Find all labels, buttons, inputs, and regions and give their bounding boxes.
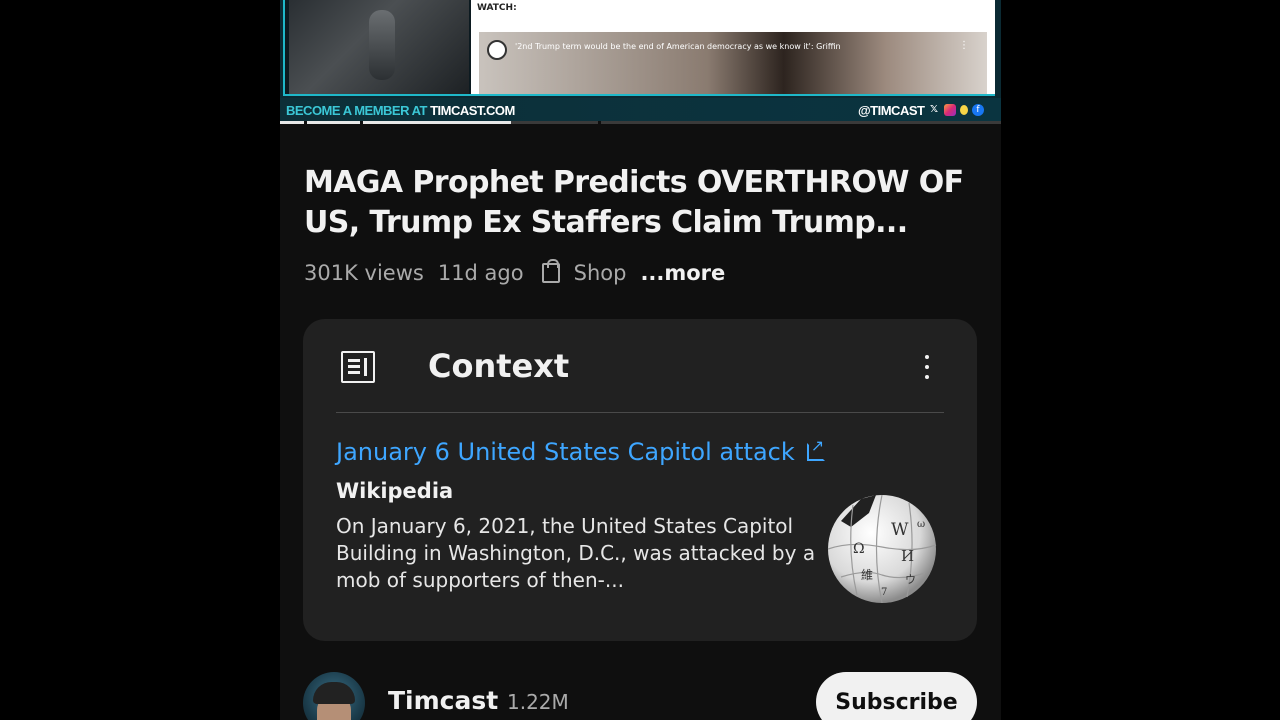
- video-title[interactable]: MAGA Prophet Predicts OVERTHROW OF US, T…: [304, 163, 984, 243]
- lightbulb-icon: [960, 105, 968, 115]
- microphone-image: [369, 10, 395, 80]
- social-handle: @TIMCAST: [858, 103, 925, 118]
- context-description: On January 6, 2021, the United States Ca…: [336, 514, 816, 592]
- x-icon: 𝕏: [929, 104, 939, 115]
- more-description-button[interactable]: ...more: [640, 261, 725, 285]
- svg-text:維: 維: [861, 568, 873, 582]
- channel-row: Timcast 1.22M Subscribe: [303, 672, 977, 720]
- svg-text:ω: ω: [917, 519, 925, 530]
- svg-text:Ω: Ω: [853, 541, 865, 557]
- embedded-video-title: '2nd Trump term would be the end of Amer…: [515, 42, 841, 51]
- wikipedia-globe-icon: W Ω И 維 ウ 7 ω: [827, 494, 937, 603]
- article-panel: WATCH: '2nd Trump term would be the end …: [471, 0, 995, 94]
- context-source: Wikipedia: [336, 479, 454, 503]
- instagram-icon: [944, 104, 956, 116]
- context-menu-button[interactable]: [915, 351, 939, 383]
- subscriber-count: 1.22M: [507, 690, 569, 714]
- upload-age: 11d ago: [437, 261, 524, 285]
- youtube-watch-screen: WATCH: '2nd Trump term would be the end …: [280, 0, 1001, 720]
- channel-name[interactable]: Timcast: [388, 686, 498, 715]
- channel-avatar[interactable]: [303, 672, 365, 720]
- membership-site: TIMCAST.COM: [430, 103, 515, 118]
- chapter-progress-bar[interactable]: [280, 121, 1001, 124]
- shop-link[interactable]: Shop: [574, 261, 627, 285]
- svg-text:7: 7: [881, 587, 887, 598]
- chapter-marker: [598, 121, 601, 124]
- host-camera: [289, 0, 469, 94]
- embedded-video: '2nd Trump term would be the end of Amer…: [479, 32, 987, 94]
- context-link-text: January 6 United States Capitol attack: [336, 438, 795, 466]
- svg-text:W: W: [891, 520, 909, 540]
- view-count: 301K views: [304, 261, 424, 285]
- svg-text:ウ: ウ: [905, 573, 916, 586]
- membership-banner: BECOME A MEMBER AT TIMCAST.COM: [286, 103, 515, 118]
- svg-text:И: И: [901, 547, 914, 565]
- social-icons: 𝕏 f: [928, 104, 984, 116]
- shopping-bag-icon: [541, 259, 560, 283]
- context-heading: Context: [428, 347, 570, 385]
- facebook-icon: f: [972, 104, 984, 116]
- video-lower-third: BECOME A MEMBER AT TIMCAST.COM @TIMCAST …: [280, 98, 1001, 122]
- channel-logo-icon: [487, 40, 507, 60]
- external-link-icon: [806, 436, 825, 461]
- information-panel-icon: [341, 351, 375, 383]
- more-vert-icon: ⋮: [959, 40, 969, 51]
- watch-label: WATCH:: [477, 3, 517, 13]
- video-player[interactable]: WATCH: '2nd Trump term would be the end …: [280, 0, 1001, 124]
- context-article-link[interactable]: January 6 United States Capitol attack: [336, 436, 825, 466]
- membership-prefix: BECOME A MEMBER AT: [286, 103, 431, 118]
- video-meta-row[interactable]: 301K views 11d ago Shop ...more: [304, 259, 725, 287]
- chapter-marker: [304, 121, 307, 124]
- progress-fill: [280, 121, 511, 124]
- context-card: Context January 6 United States Capitol …: [303, 319, 977, 641]
- video-frame: WATCH: '2nd Trump term would be the end …: [283, 0, 995, 96]
- chapter-marker: [360, 121, 363, 124]
- avatar-beanie: [313, 682, 355, 704]
- subscribe-button[interactable]: Subscribe: [816, 672, 977, 720]
- divider: [336, 412, 944, 413]
